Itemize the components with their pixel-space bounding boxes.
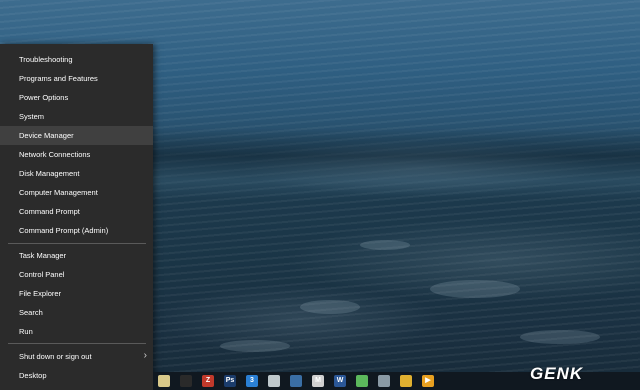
menu-item-troubleshooting[interactable]: Troubleshooting [0,50,153,69]
menu-item-label: Shut down or sign out [19,352,92,361]
menu-item-disk-management[interactable]: Disk Management [0,164,153,183]
menu-item-programs-and-features[interactable]: Programs and Features [0,69,153,88]
wallpaper-wave [150,128,640,198]
filezilla-icon[interactable]: Z [202,375,214,387]
photoshop-icon-glyph: Ps [225,377,235,384]
menu-item-command-prompt-admin[interactable]: Command Prompt (Admin) [0,221,153,240]
media-player-icon-glyph: ▶ [425,377,431,384]
notepad-icon[interactable] [158,375,170,387]
menu-separator [8,343,146,344]
word-icon[interactable]: W [334,375,346,387]
menu-item-power-options[interactable]: Power Options [0,88,153,107]
power-user-menu: Troubleshooting Programs and Features Po… [0,44,153,390]
menu-item-shut-down-or-sign-out[interactable]: Shut down or sign out › [0,347,153,366]
genk-watermark-logo: GENK [530,364,584,383]
wallpaper-foam [300,300,360,314]
wallpaper-foam [220,340,290,352]
globe-icon[interactable] [290,375,302,387]
menu-item-computer-management[interactable]: Computer Management [0,183,153,202]
recording-icon[interactable] [180,375,192,387]
gmail-icon[interactable]: M [312,375,324,387]
menu-item-search[interactable]: Search [0,303,153,322]
wallpaper-foam [520,330,600,344]
menu-item-device-manager[interactable]: Device Manager [0,126,153,145]
menu-item-command-prompt[interactable]: Command Prompt [0,202,153,221]
menu-item-file-explorer[interactable]: File Explorer [0,284,153,303]
media-player-icon[interactable]: ▶ [422,375,434,387]
css3-icon-glyph: 3 [250,377,254,384]
cloud-sync-icon[interactable] [268,375,280,387]
wallpaper-foam [430,280,520,298]
menu-item-task-manager[interactable]: Task Manager [0,246,153,265]
chat-icon[interactable] [378,375,390,387]
photoshop-icon[interactable]: Ps [224,375,236,387]
menu-separator [8,243,146,244]
word-icon-glyph: W [336,377,344,384]
gmail-icon-glyph: M [315,377,321,384]
menu-item-network-connections[interactable]: Network Connections [0,145,153,164]
menu-item-system[interactable]: System [0,107,153,126]
menu-item-run[interactable]: Run [0,322,153,341]
css3-icon[interactable]: 3 [246,375,258,387]
messenger-icon[interactable] [356,375,368,387]
filezilla-icon-glyph: Z [205,377,211,384]
menu-item-control-panel[interactable]: Control Panel [0,265,153,284]
menu-item-desktop[interactable]: Desktop [0,366,153,385]
chrome-icon[interactable] [400,375,412,387]
chevron-right-icon: › [143,350,147,361]
wallpaper-foam [360,240,410,250]
